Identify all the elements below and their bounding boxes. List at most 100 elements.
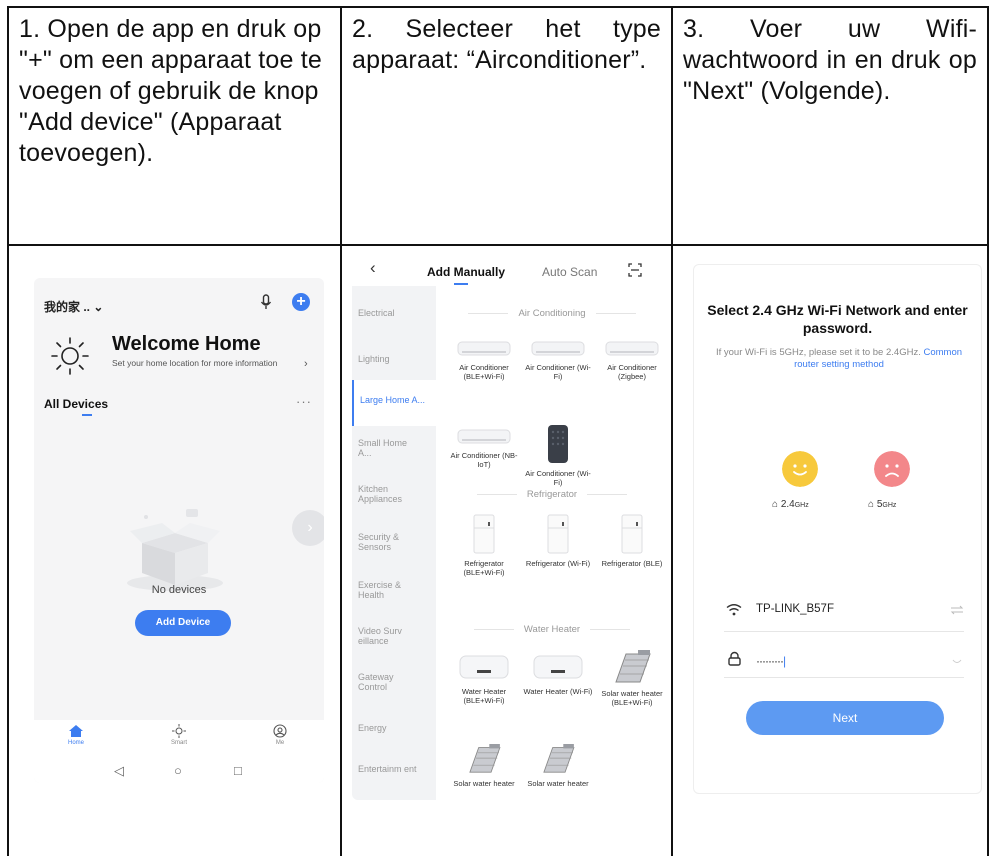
device-fridge-ble-wifi[interactable]: Refrigerator (BLE+Wi-Fi) <box>448 514 520 577</box>
step-3-instruction: 3. Voer uw Wifi-wachtwoord in en druk op… <box>683 15 977 105</box>
nav-home-icon[interactable]: ○ <box>174 763 182 779</box>
device-label: Refrigerator (BLE) <box>601 559 663 568</box>
device-label: Air Conditioner (Wi-Fi) <box>525 363 591 381</box>
home-selector[interactable]: 我的家 .. ⌄ <box>44 298 103 315</box>
tab-add-manually[interactable]: Add Manually <box>427 265 505 279</box>
switch-network-icon[interactable] <box>950 605 964 615</box>
device-label: Solar water heater <box>527 779 589 788</box>
category-energy[interactable]: Energy <box>358 723 387 733</box>
chevron-down-icon[interactable] <box>952 659 962 665</box>
instruction-table: 1. Open de app en druk op "+" om een app… <box>7 6 989 856</box>
chevron-right-icon[interactable]: › <box>304 358 308 370</box>
category-lighting[interactable]: Lighting <box>358 354 390 364</box>
category-video-surveillance[interactable]: Video Surv eillance <box>358 626 418 646</box>
nav-back-icon[interactable]: ◁ <box>114 763 124 779</box>
section-air-conditioning: Air Conditioning <box>444 308 660 319</box>
refrigerator-icon <box>473 514 495 554</box>
home-icon <box>69 725 83 737</box>
category-sidebar: Electrical Lighting Large Home A... Smal… <box>352 286 436 800</box>
device-label: Air Conditioner (Zigbee) <box>607 363 657 381</box>
device-ac-portable-wifi[interactable]: Air Conditioner (Wi-Fi) <box>522 424 594 487</box>
device-label: Solar water heater <box>453 779 515 788</box>
section-water-heater: Water Heater <box>444 624 660 635</box>
row-divider <box>9 244 340 246</box>
band-unit: GHz <box>882 502 897 509</box>
category-exercise-health[interactable]: Exercise & Health <box>358 580 418 600</box>
device-heater-wifi[interactable]: Water Heater (Wi-Fi) <box>522 652 594 697</box>
step-3-column: 3. Voer uw Wifi-wachtwoord in en druk op… <box>671 8 987 856</box>
ac-unit-icon <box>457 429 511 444</box>
password-field[interactable]: ·········| <box>756 654 786 668</box>
microphone-icon[interactable] <box>260 294 272 310</box>
scan-icon[interactable] <box>628 263 642 277</box>
tab-me[interactable]: Me <box>260 724 300 746</box>
password-mask: ········· <box>756 654 784 668</box>
step-1-instruction: 1. Open de app en druk op "+" om een app… <box>19 15 323 167</box>
device-fridge-ble[interactable]: Refrigerator (BLE) <box>596 514 664 569</box>
ac-unit-icon <box>457 341 511 356</box>
device-label: Water Heater (BLE+Wi-Fi) <box>461 687 507 705</box>
add-device-screenshot: ‹ Add Manually Auto Scan Electrical Ligh… <box>352 252 664 800</box>
category-large-home-appliances[interactable]: Large Home A... <box>352 380 436 426</box>
all-devices-tab[interactable]: All Devices <box>44 397 108 411</box>
device-solar-heater-2[interactable]: Solar water heater <box>522 744 594 789</box>
solar-heater-icon <box>543 744 575 773</box>
empty-state-text: No devices <box>151 584 207 596</box>
row-divider <box>673 244 987 246</box>
next-button[interactable]: Next <box>746 701 944 735</box>
device-label: Air Conditioner (BLE+Wi-Fi) <box>459 363 509 381</box>
band-unit: GHz <box>794 502 809 509</box>
portable-ac-icon <box>548 425 568 463</box>
device-ac-zigbee[interactable]: Air Conditioner (Zigbee) <box>596 340 664 381</box>
refrigerator-icon <box>547 514 569 554</box>
device-ac-nb-iot[interactable]: Air Conditioner (NB-IoT) <box>448 428 520 469</box>
tab-auto-scan[interactable]: Auto Scan <box>542 265 597 279</box>
step-2-instruction: 2. Selecteer het type apparaat: “Aircond… <box>352 15 661 74</box>
category-small-home-appliances[interactable]: Small Home A... <box>358 438 418 458</box>
welcome-subtitle[interactable]: Set your home location for more informat… <box>112 358 282 368</box>
device-heater-ble-wifi[interactable]: Water Heater (BLE+Wi-Fi) <box>448 652 520 705</box>
device-ac-wifi[interactable]: Air Conditioner (Wi-Fi) <box>522 340 594 381</box>
wifi-icon <box>726 604 742 616</box>
ac-unit-icon <box>531 341 585 356</box>
tab-smart[interactable]: Smart <box>159 724 199 746</box>
tab-home[interactable]: Home <box>56 724 96 746</box>
lock-icon <box>728 651 741 666</box>
category-gateway-control[interactable]: Gateway Control <box>358 672 418 692</box>
nav-recents-icon[interactable]: □ <box>234 763 242 779</box>
tab-underline <box>454 283 468 285</box>
device-label: Solar water heater (BLE+Wi-Fi) <box>601 689 663 707</box>
category-security-sensors[interactable]: Security & Sensors <box>358 532 418 552</box>
app-home-screenshot: 我的家 .. ⌄ + Welcome Home Set your home lo… <box>34 278 324 783</box>
arrow-right-icon[interactable]: › <box>292 510 324 546</box>
category-entertainment[interactable]: Entertainm ent <box>358 764 418 774</box>
category-kitchen-appliances[interactable]: Kitchen Appliances <box>358 484 428 504</box>
step-1-column: 1. Open de app en druk op "+" om een app… <box>9 8 340 856</box>
device-solar-heater-ble-wifi[interactable]: Solar water heater (BLE+Wi-Fi) <box>596 650 664 707</box>
category-electrical[interactable]: Electrical <box>358 308 395 318</box>
router-icon: ⌂ <box>868 499 877 510</box>
more-icon[interactable]: ··· <box>296 394 312 409</box>
solar-heater-icon <box>469 744 501 773</box>
add-plus-icon[interactable]: + <box>292 293 310 311</box>
device-label: Air Conditioner (NB-IoT) <box>450 451 518 469</box>
empty-box-illustration <box>127 509 223 591</box>
device-label: Air Conditioner (Wi-Fi) <box>525 469 591 487</box>
device-fridge-wifi[interactable]: Refrigerator (Wi-Fi) <box>522 514 594 569</box>
back-arrow-icon[interactable]: ‹ <box>370 258 376 278</box>
water-heater-icon <box>533 655 583 679</box>
router-icon: ⌂ <box>772 499 781 510</box>
add-device-header: ‹ Add Manually Auto Scan <box>352 252 664 286</box>
sad-face-icon <box>874 451 910 487</box>
android-nav-bar: ◁ ○ □ <box>34 760 324 783</box>
ssid-field[interactable]: TP-LINK_B57F <box>756 603 834 615</box>
device-ac-ble-wifi[interactable]: Air Conditioner (BLE+Wi-Fi) <box>448 340 520 381</box>
add-device-button[interactable]: Add Device <box>135 610 231 636</box>
field-divider <box>724 677 964 678</box>
section-refrigerator: Refrigerator <box>444 489 660 500</box>
welcome-title: Welcome Home <box>112 333 261 355</box>
text-cursor: | <box>782 654 787 668</box>
device-label: Refrigerator (Wi-Fi) <box>525 559 591 568</box>
field-divider <box>724 631 964 632</box>
device-solar-heater[interactable]: Solar water heater <box>448 744 520 789</box>
